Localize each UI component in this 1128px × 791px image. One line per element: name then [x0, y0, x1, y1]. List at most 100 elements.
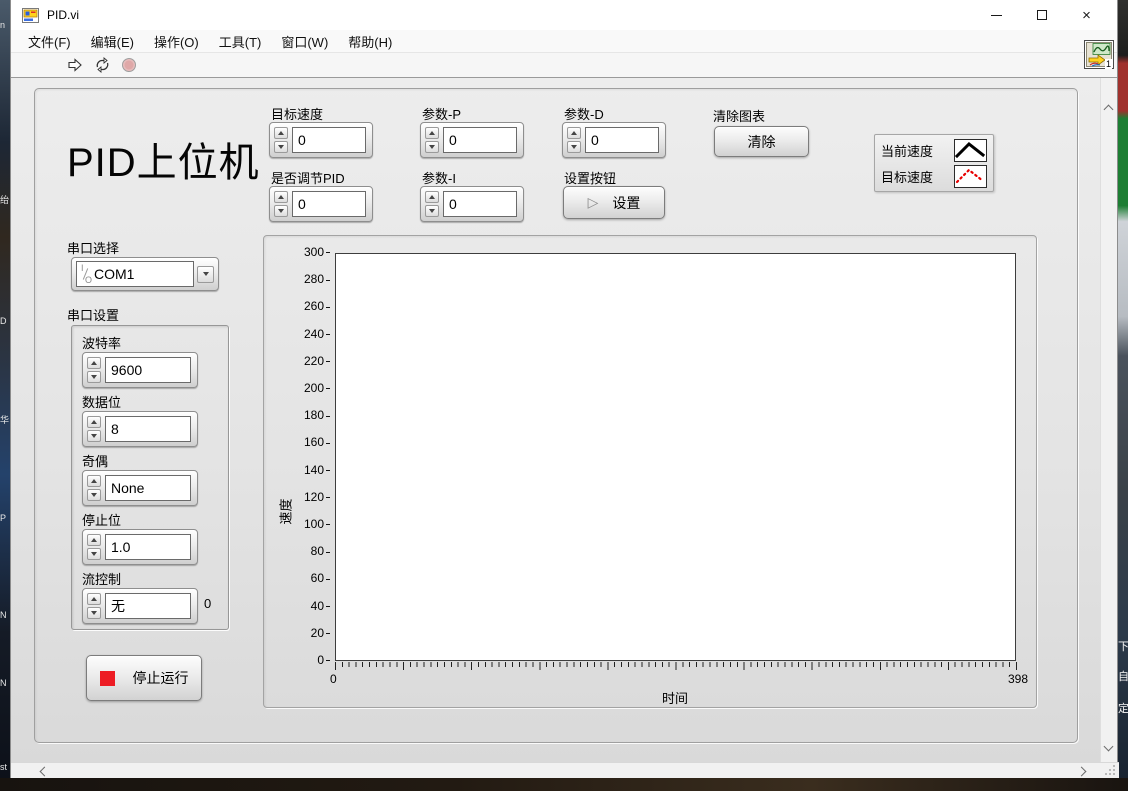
y-tick-label: 140 — [264, 463, 330, 478]
decrement-icon[interactable] — [87, 430, 101, 442]
decrement-icon[interactable] — [274, 205, 288, 217]
baud-rate-field[interactable]: 9600 — [105, 357, 191, 383]
scroll-down-icon[interactable] — [1103, 741, 1114, 752]
increment-icon[interactable] — [87, 475, 101, 487]
minimize-button[interactable] — [974, 0, 1019, 30]
toolbar — [11, 53, 1117, 78]
spinner[interactable] — [87, 357, 101, 383]
spinner[interactable] — [274, 191, 288, 217]
legend-current-speed-line-icon[interactable] — [954, 138, 987, 162]
increment-icon[interactable] — [274, 127, 288, 139]
increment-icon[interactable] — [87, 357, 101, 369]
dropdown-arrow-icon[interactable] — [197, 265, 214, 283]
resize-grip[interactable] — [1113, 773, 1115, 775]
decrement-icon[interactable] — [425, 141, 439, 153]
scroll-up-icon[interactable] — [1103, 104, 1114, 115]
param-d-field[interactable]: 0 — [585, 127, 659, 153]
target-speed-control[interactable]: 0 — [269, 122, 373, 158]
flow-control-control[interactable]: 无 — [82, 588, 198, 624]
legend-target-speed-line-icon[interactable] — [954, 164, 987, 188]
spinner[interactable] — [274, 127, 288, 153]
decrement-icon[interactable] — [87, 489, 101, 501]
data-bits-control[interactable]: 8 — [82, 411, 198, 447]
param-p-control[interactable]: 0 — [420, 122, 524, 158]
menu-window[interactable]: 窗口(W) — [271, 32, 338, 51]
spinner[interactable] — [425, 127, 439, 153]
param-i-control[interactable]: 0 — [420, 186, 524, 222]
y-tick-label: 220 — [264, 354, 330, 369]
run-continuous-icon[interactable] — [93, 56, 111, 74]
clear-button-label: 清除 — [747, 133, 776, 150]
spinner[interactable] — [87, 534, 101, 560]
vi-badge-count: 1 — [1104, 59, 1112, 69]
param-p-field[interactable]: 0 — [443, 127, 517, 153]
set-button[interactable]: ▷ 设置 — [563, 186, 665, 219]
spinner[interactable] — [87, 416, 101, 442]
param-i-field[interactable]: 0 — [443, 191, 517, 217]
decrement-icon[interactable] — [274, 141, 288, 153]
close-icon: × — [1082, 6, 1091, 24]
increment-icon[interactable] — [87, 534, 101, 546]
increment-icon[interactable] — [425, 191, 439, 203]
spinner[interactable] — [425, 191, 439, 217]
spinner[interactable] — [87, 593, 101, 619]
decrement-icon[interactable] — [87, 607, 101, 619]
maximize-button[interactable] — [1019, 0, 1064, 30]
desktop-icon-label-fragment: D — [0, 316, 7, 326]
serial-settings-cluster: 波特率 9600 数据位 8 奇偶 None 停止位 1.0 流控制 无 0 — [71, 325, 229, 630]
menu-tools[interactable]: 工具(T) — [209, 32, 272, 51]
spinner[interactable] — [567, 127, 581, 153]
scroll-right-icon[interactable] — [1076, 766, 1087, 777]
increment-icon[interactable] — [567, 127, 581, 139]
baud-rate-control[interactable]: 9600 — [82, 352, 198, 388]
flow-control-field[interactable]: 无 — [105, 593, 191, 619]
serial-settings-label: 串口设置 — [67, 308, 120, 323]
scroll-left-icon[interactable] — [39, 766, 50, 777]
target-speed-field[interactable]: 0 — [292, 127, 366, 153]
parity-field[interactable]: None — [105, 475, 191, 501]
increment-icon[interactable] — [425, 127, 439, 139]
menu-help[interactable]: 帮助(H) — [338, 32, 402, 51]
title-bar[interactable]: PID.vi × — [11, 0, 1117, 30]
pid-enable-control[interactable]: 0 — [269, 186, 373, 222]
close-button[interactable]: × — [1064, 0, 1109, 30]
app-title: PID上位机 — [67, 141, 260, 185]
parity-control[interactable]: None — [82, 470, 198, 506]
param-d-control[interactable]: 0 — [562, 122, 666, 158]
increment-icon[interactable] — [87, 593, 101, 605]
menu-operate[interactable]: 操作(O) — [144, 32, 209, 51]
y-tick-label: 120 — [264, 490, 330, 505]
stop-run-button[interactable]: 停止运行 — [86, 655, 202, 701]
legend-row-current-speed[interactable]: 当前速度 — [881, 138, 987, 162]
flow-control-indicator: 0 — [204, 596, 212, 611]
data-bits-field[interactable]: 8 — [105, 416, 191, 442]
chart-legend[interactable]: 当前速度 目标速度 — [874, 134, 994, 192]
serial-port-combo[interactable]: IO COM1 — [71, 257, 219, 291]
decrement-icon[interactable] — [567, 141, 581, 153]
spinner[interactable] — [87, 475, 101, 501]
serial-port-field[interactable]: IO COM1 — [76, 261, 194, 287]
legend-row-target-speed[interactable]: 目标速度 — [881, 164, 987, 188]
decrement-icon[interactable] — [425, 205, 439, 217]
desktop-screen: n 绐 D 华 P N N st 下 自 定 PID.vi × 文件(F) 编辑… — [0, 0, 1128, 791]
decrement-icon[interactable] — [87, 548, 101, 560]
decrement-icon[interactable] — [87, 371, 101, 383]
horizontal-scrollbar[interactable] — [11, 762, 1119, 778]
desktop-bottom-strip — [0, 778, 1128, 791]
run-arrow-icon[interactable] — [66, 56, 84, 74]
pid-enable-field[interactable]: 0 — [292, 191, 366, 217]
increment-icon[interactable] — [274, 191, 288, 203]
param-i-label: 参数-I — [422, 171, 456, 186]
desktop-text-fragment: 自 — [1118, 671, 1128, 683]
y-axis-label: 速度 — [278, 498, 294, 525]
menu-file[interactable]: 文件(F) — [18, 32, 81, 51]
vertical-scrollbar[interactable] — [1100, 78, 1117, 762]
abort-stop-icon[interactable] — [120, 56, 138, 74]
increment-icon[interactable] — [87, 416, 101, 428]
stop-bits-field[interactable]: 1.0 — [105, 534, 191, 560]
menu-edit[interactable]: 编辑(E) — [81, 32, 144, 51]
clear-button[interactable]: 清除 — [714, 126, 809, 157]
waveform-chart[interactable]: 0 20 40 60 80 100 120 140 160 180 200 220 240 260 280 3… — [263, 235, 1037, 708]
stop-bits-control[interactable]: 1.0 — [82, 529, 198, 565]
plot-area[interactable] — [335, 253, 1016, 661]
